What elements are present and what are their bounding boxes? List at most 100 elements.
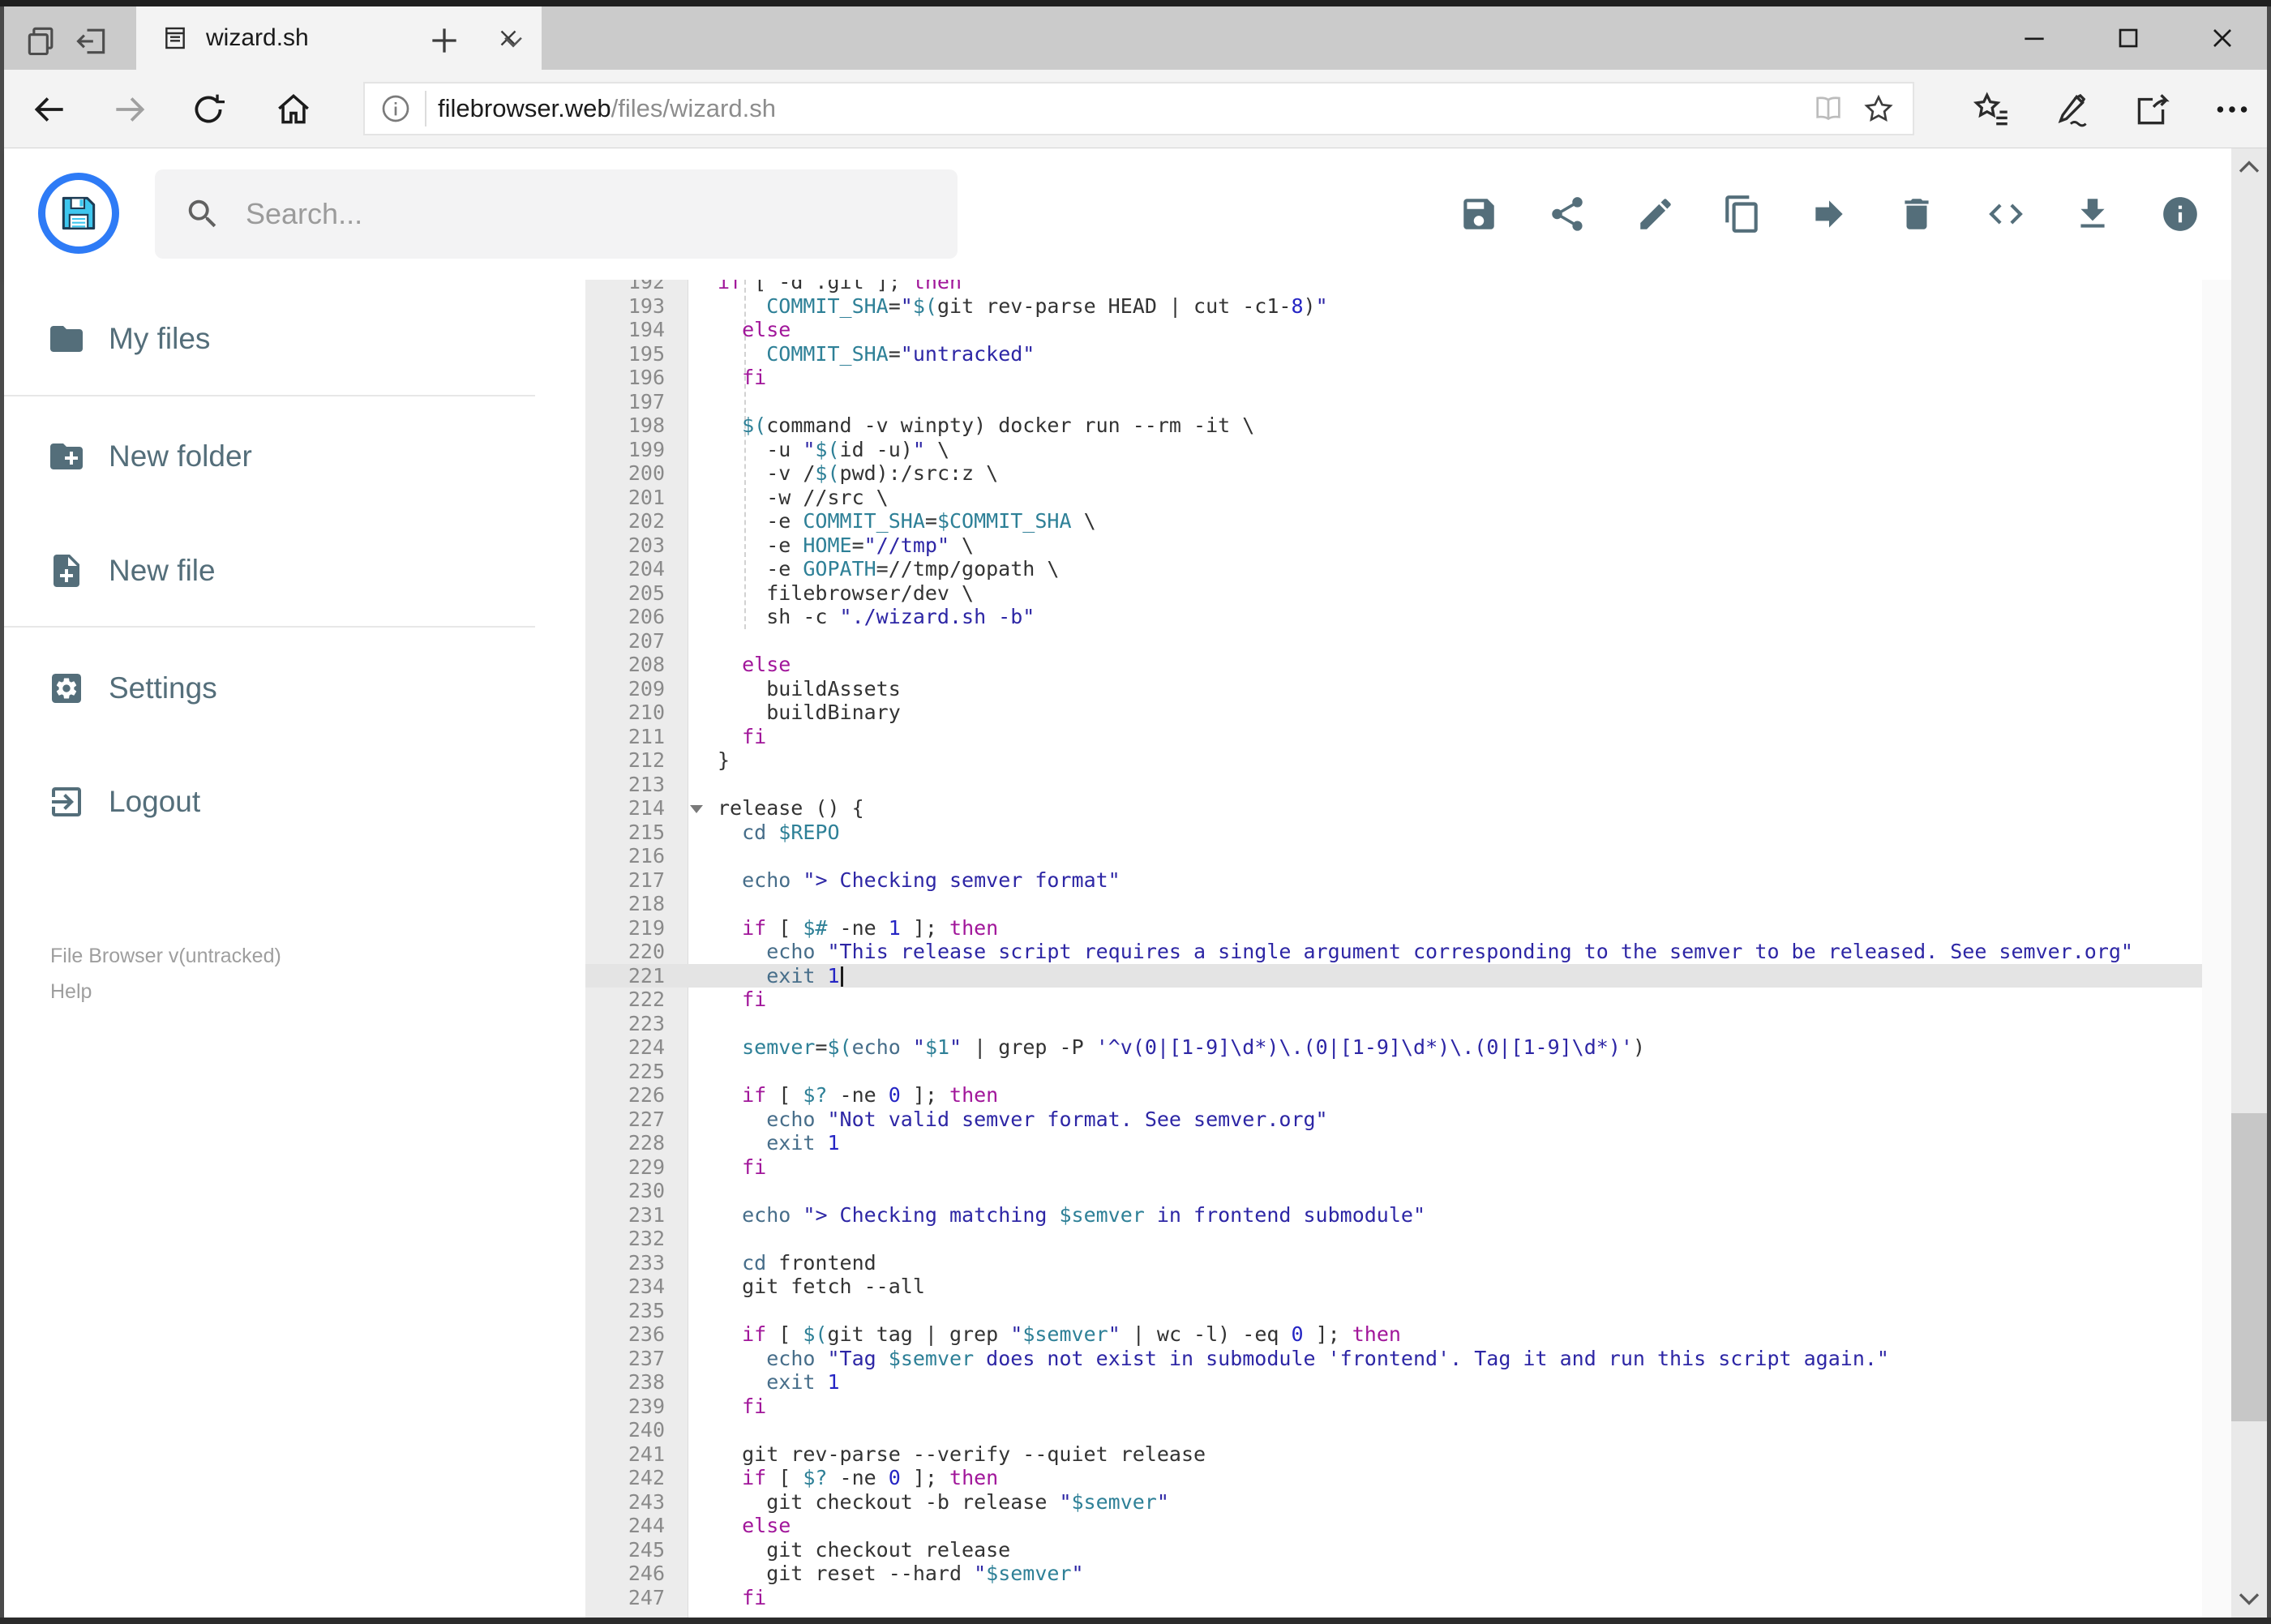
code-line-244[interactable]: 244 else (585, 1514, 2202, 1538)
line-number[interactable]: 231 (585, 1203, 688, 1228)
code-line-197[interactable]: 197 (585, 390, 2202, 414)
web-note-pen-icon[interactable] (2052, 89, 2093, 130)
code-line-231[interactable]: 231 echo "> Checking matching $semver in… (585, 1203, 2202, 1228)
line-number[interactable]: 243 (585, 1490, 688, 1515)
maximize-button[interactable] (2102, 6, 2154, 70)
line-number[interactable]: 192 (585, 280, 688, 294)
line-number[interactable]: 246 (585, 1562, 688, 1586)
line-number[interactable]: 210 (585, 701, 688, 725)
code-line-199[interactable]: 199 -u "$(id -u)" \ (585, 438, 2202, 462)
code-line-237[interactable]: 237 echo "Tag $semver does not exist in … (585, 1347, 2202, 1371)
code-line-241[interactable]: 241 git rev-parse --verify --quiet relea… (585, 1442, 2202, 1467)
code-line-208[interactable]: 208 else (585, 653, 2202, 677)
code-line-243[interactable]: 243 git checkout -b release "$semver" (585, 1490, 2202, 1515)
favorites-hub-icon[interactable] (1972, 89, 2012, 130)
sidebar-item-new-folder[interactable]: New folder (4, 428, 539, 485)
code-line-246[interactable]: 246 git reset --hard "$semver" (585, 1562, 2202, 1586)
line-number[interactable]: 236 (585, 1322, 688, 1347)
line-number[interactable]: 228 (585, 1131, 688, 1155)
line-number[interactable]: 209 (585, 677, 688, 701)
line-number[interactable]: 206 (585, 605, 688, 629)
code-line-222[interactable]: 222 fi (585, 988, 2202, 1012)
home-icon[interactable] (273, 89, 314, 130)
filebrowser-logo[interactable] (38, 173, 119, 254)
code-line-202[interactable]: 202 -e COMMIT_SHA=$COMMIT_SHA \ (585, 509, 2202, 533)
tab-preview-icon[interactable] (22, 23, 61, 58)
code-line-247[interactable]: 247 fi (585, 1586, 2202, 1610)
scrollbar-thumb[interactable] (2231, 1113, 2267, 1421)
line-number[interactable]: 230 (585, 1179, 688, 1203)
sidebar-item-logout[interactable]: Logout (4, 773, 539, 830)
code-line-212[interactable]: 212} (585, 748, 2202, 773)
code-line-211[interactable]: 211 fi (585, 725, 2202, 749)
copy-button[interactable] (1722, 194, 1763, 234)
back-icon[interactable] (29, 89, 70, 130)
line-number[interactable]: 239 (585, 1395, 688, 1419)
line-number[interactable]: 232 (585, 1227, 688, 1251)
forward-icon[interactable] (109, 89, 150, 130)
line-number[interactable]: 199 (585, 438, 688, 462)
line-number[interactable]: 214 (585, 796, 688, 821)
line-number[interactable]: 224 (585, 1035, 688, 1060)
info-button[interactable] (2160, 194, 2200, 234)
code-line-230[interactable]: 230 (585, 1179, 2202, 1203)
site-info-icon[interactable] (379, 92, 412, 125)
code-line-227[interactable]: 227 echo "Not valid semver format. See s… (585, 1108, 2202, 1132)
code-line-205[interactable]: 205 filebrowser/dev \ (585, 581, 2202, 606)
tab-list-chevron-icon[interactable] (495, 28, 531, 55)
help-link[interactable]: Help (50, 980, 92, 1004)
code-line-220[interactable]: 220 echo "This release script requires a… (585, 940, 2202, 964)
sidebar-item-my-files[interactable]: My files (4, 311, 539, 367)
line-number[interactable]: 203 (585, 533, 688, 558)
sidebar-item-new-file[interactable]: New file (4, 542, 539, 599)
line-number[interactable]: 226 (585, 1083, 688, 1108)
code-line-195[interactable]: 195 COMMIT_SHA="untracked" (585, 342, 2202, 366)
code-line-232[interactable]: 232 (585, 1227, 2202, 1251)
code-line-192[interactable]: 192 if [ -d .git ]; then (585, 280, 2202, 294)
code-line-228[interactable]: 228 exit 1 (585, 1131, 2202, 1155)
fold-arrow-icon[interactable] (690, 805, 703, 813)
save-button[interactable] (1459, 194, 1499, 234)
line-number[interactable]: 242 (585, 1466, 688, 1490)
sidebar-item-settings[interactable]: Settings (4, 660, 539, 717)
vertical-scrollbar[interactable] (2231, 148, 2267, 1618)
line-number[interactable]: 213 (585, 773, 688, 797)
line-number[interactable]: 207 (585, 629, 688, 653)
line-number[interactable]: 217 (585, 868, 688, 893)
code-line-219[interactable]: 219 if [ $# -ne 1 ]; then (585, 916, 2202, 941)
url-text[interactable]: filebrowser.web/files/wizard.sh (438, 94, 1812, 123)
code-line-207[interactable]: 207 (585, 629, 2202, 653)
refresh-icon[interactable] (188, 89, 229, 130)
code-line-198[interactable]: 198 $(command -v winpty) docker run --rm… (585, 413, 2202, 438)
code-line-226[interactable]: 226 if [ $? -ne 0 ]; then (585, 1083, 2202, 1108)
code-line-193[interactable]: 193 COMMIT_SHA="$(git rev-parse HEAD | c… (585, 294, 2202, 319)
reading-view-icon[interactable] (1812, 92, 1845, 125)
line-number[interactable]: 222 (585, 988, 688, 1012)
line-number[interactable]: 238 (585, 1370, 688, 1395)
move-button[interactable] (1809, 194, 1849, 234)
scroll-up-icon[interactable] (2231, 148, 2267, 187)
code-line-204[interactable]: 204 -e GOPATH=//tmp/gopath \ (585, 557, 2202, 581)
line-number[interactable]: 205 (585, 581, 688, 606)
code-line-200[interactable]: 200 -v /$(pwd):/src:z \ (585, 461, 2202, 486)
code-line-217[interactable]: 217 echo "> Checking semver format" (585, 868, 2202, 893)
code-line-216[interactable]: 216 (585, 844, 2202, 868)
code-line-225[interactable]: 225 (585, 1060, 2202, 1084)
code-line-221[interactable]: 221 exit 1 (585, 963, 2202, 988)
code-line-215[interactable]: 215 cd $REPO (585, 821, 2202, 845)
line-number[interactable]: 225 (585, 1060, 688, 1084)
code-line-194[interactable]: 194 else (585, 318, 2202, 342)
line-number[interactable]: 237 (585, 1347, 688, 1371)
code-line-201[interactable]: 201 -w //src \ (585, 486, 2202, 510)
raw-code-button[interactable] (1986, 194, 2026, 234)
line-number[interactable]: 208 (585, 653, 688, 677)
code-line-223[interactable]: 223 (585, 1012, 2202, 1036)
search-box[interactable] (155, 169, 958, 259)
code-line-210[interactable]: 210 buildBinary (585, 701, 2202, 725)
line-number[interactable]: 221 (585, 964, 688, 988)
line-number[interactable]: 215 (585, 821, 688, 845)
line-number[interactable]: 201 (585, 486, 688, 510)
code-line-206[interactable]: 206 sh -c "./wizard.sh -b" (585, 605, 2202, 629)
code-line-213[interactable]: 213 (585, 773, 2202, 797)
code-line-242[interactable]: 242 if [ $? -ne 0 ]; then (585, 1466, 2202, 1490)
